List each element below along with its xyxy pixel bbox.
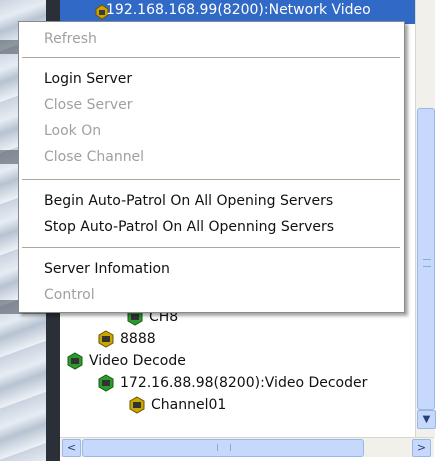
tree-node-label: Video Decode [89,353,186,369]
scroll-right-button[interactable]: > [412,439,431,457]
tree-node-8888[interactable]: 8888 [97,328,156,350]
menu-item-close-channel[interactable]: Close Channel [44,145,144,169]
tree-node-label: 8888 [120,331,156,347]
horizontal-scroll-thumb[interactable] [82,439,364,457]
horizontal-scrollbar[interactable]: < > [60,437,434,457]
camera-device-icon [98,330,114,348]
menu-item-stop-auto-patrol[interactable]: Stop Auto-Patrol On All Openning Servers [44,215,334,239]
menu-item-login-server[interactable]: Login Server [44,67,132,91]
tree-node-label: 172.16.88.98(8200):Video Decoder [120,375,368,391]
tree-node-label: Channel01 [151,397,227,413]
context-menu: Refresh Login Server Close Server Look O… [18,21,405,313]
scroll-left-button[interactable]: < [62,439,81,457]
menu-item-server-information[interactable]: Server Infomation [44,257,170,281]
menu-item-look-on[interactable]: Look On [44,119,101,143]
tree-node-video-decoder[interactable]: 172.16.88.98(8200):Video Decoder [97,372,367,394]
vertical-scroll-thumb[interactable] [417,108,435,410]
decoder-group-icon [67,352,83,370]
decoder-device-icon [98,374,114,392]
grip-icon [217,444,231,451]
menu-item-control[interactable]: Control [44,283,95,307]
menu-item-begin-auto-patrol[interactable]: Begin Auto-Patrol On All Opening Servers [44,189,333,213]
tree-node-label: 192.168.168.99(8200):Network Video [106,2,371,18]
menu-separator [22,57,400,59]
vertical-scrollbar[interactable]: ▼ [415,0,436,437]
scroll-down-button[interactable]: ▼ [417,410,436,429]
menu-separator [22,179,400,181]
menu-separator [22,247,400,249]
tree-node-channel01[interactable]: Channel01 [128,394,226,416]
menu-item-close-server[interactable]: Close Server [44,93,133,117]
menu-item-refresh[interactable]: Refresh [44,27,97,51]
grip-icon [423,259,431,267]
tree-node-video-decode[interactable]: Video Decode [66,350,186,372]
camera-device-icon [129,396,145,414]
